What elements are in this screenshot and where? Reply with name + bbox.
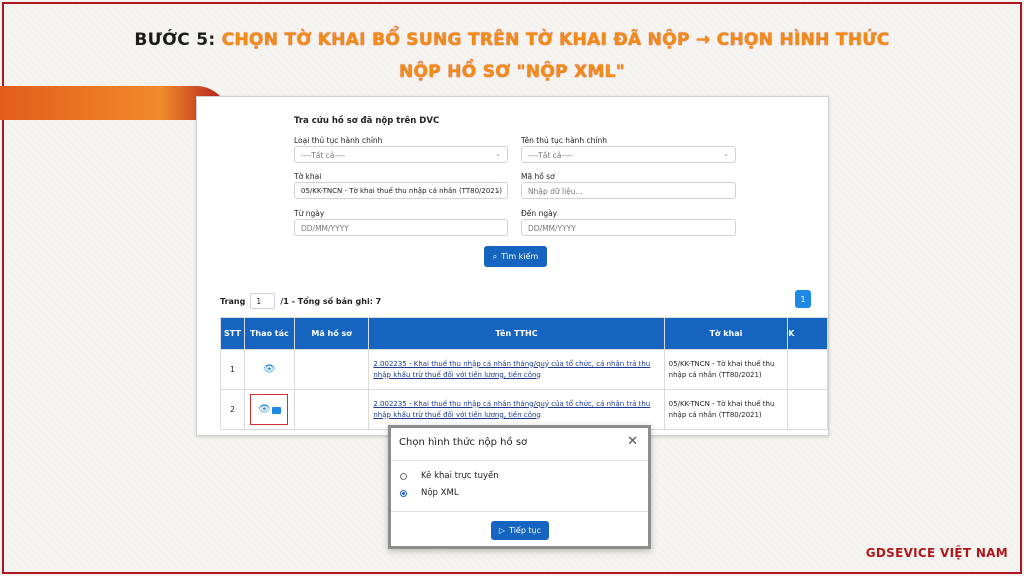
col-mahoso: Mã hồ sơ <box>293 317 370 350</box>
option-ke-khai-label: Kê khai trực tuyến <box>421 471 499 481</box>
brand-label: GDSEVICE VIỆT NAM <box>865 546 1008 560</box>
search-title: Tra cứu hồ sơ đã nộp trên DVC <box>294 116 440 126</box>
screenshot-panel: Tra cứu hồ sơ đã nộp trên DVC Loại thủ t… <box>196 96 829 436</box>
row-mahoso <box>293 349 370 390</box>
loai-select[interactable]: ----Tất cả---- ⌄ <box>294 146 508 163</box>
table-row: 1 👁 2.002235 - Khai thuế thu nhập cá nhâ… <box>220 349 828 390</box>
divider <box>391 460 648 461</box>
mahoso-label: Mã hồ sơ <box>521 172 555 181</box>
chevron-down-icon: ⌄ <box>495 150 501 158</box>
denngay-label: Đến ngày <box>521 209 558 218</box>
tthc-link[interactable]: 2.002235 - Khai thuế thu nhập cá nhân th… <box>373 400 650 419</box>
record-summary: /1 - Tổng số bản ghi: 7 <box>280 296 382 306</box>
banner-line-2: NỘP HỒ SƠ "NỘP XML" <box>399 62 625 82</box>
submit-method-modal: Chọn hình thức nộp hồ sơ ✕ Kê khai trực … <box>388 425 651 549</box>
chevron-down-icon: ⌄ <box>495 186 501 194</box>
col-stt: STT <box>220 317 245 350</box>
row-tokhai: 05/KK-TNCN - Tờ khai thuế thu nhập cá nh… <box>663 349 789 390</box>
step-instruction: CHỌN TỜ KHAI BỔ SUNG TRÊN TỜ KHAI ĐÃ NỘP… <box>221 30 890 50</box>
step-label: BƯỚC 5: <box>134 30 216 50</box>
mahoso-input[interactable]: Nhập dữ liệu... <box>521 182 736 199</box>
col-tokhai: Tờ khai <box>663 317 789 350</box>
col-tentthc: Tên TTHC <box>368 317 665 350</box>
ten-label: Tên thủ tục hành chính <box>521 136 608 145</box>
table-header-row: STT Thao tác Mã hồ sơ Tên TTHC Tờ khai K <box>220 317 828 350</box>
send-icon: ▷ <box>498 526 506 535</box>
divider <box>391 511 648 512</box>
continue-button[interactable]: ▷ Tiếp tục <box>491 521 549 540</box>
radio-ke-khai[interactable] <box>400 473 407 480</box>
col-thaotac: Thao tác <box>243 317 295 350</box>
chevron-down-icon: ⌄ <box>723 150 729 158</box>
tthc-link[interactable]: 2.002235 - Khai thuế thu nhập cá nhân th… <box>373 360 650 379</box>
page-input[interactable]: 1 <box>250 293 276 309</box>
table-row: 2 👁 2.002235 - Khai thuế thu nhập cá nhâ… <box>220 389 828 430</box>
view-eye-icon[interactable]: 👁 <box>263 364 276 375</box>
col-k: K <box>787 317 828 350</box>
highlight-box <box>250 394 288 425</box>
option-nop-xml-label: Nộp XML <box>421 488 459 498</box>
results-table: STT Thao tác Mã hồ sơ Tên TTHC Tờ khai K… <box>220 317 828 430</box>
row-stt: 2 <box>220 389 245 430</box>
pager: Trang 1 /1 - Tổng số bản ghi: 7 <box>220 293 381 309</box>
ten-select[interactable]: ----Tất cả---- ⌄ <box>521 146 736 163</box>
tungay-input[interactable]: DD/MM/YYYY <box>294 219 508 236</box>
tokhai-label: Tờ khai <box>294 172 322 181</box>
loai-label: Loại thủ tục hành chính <box>294 136 383 145</box>
search-icon: ⌕ <box>492 251 498 261</box>
page-button[interactable]: 1 <box>795 290 811 308</box>
close-icon[interactable]: ✕ <box>627 434 638 449</box>
row-stt: 1 <box>220 349 245 390</box>
radio-nop-xml[interactable] <box>400 490 407 497</box>
denngay-input[interactable]: DD/MM/YYYY <box>521 219 736 236</box>
tokhai-select[interactable]: 05/KK-TNCN - Tờ khai thuế thu nhập cá nh… <box>294 182 508 199</box>
search-button[interactable]: ⌕ Tìm kiếm <box>484 246 547 267</box>
tungay-label: Từ ngày <box>294 209 325 218</box>
banner-line-1: BƯỚC 5: CHỌN TỜ KHAI BỔ SUNG TRÊN TỜ KHA… <box>0 30 1024 50</box>
row-tokhai: 05/KK-TNCN - Tờ khai thuế thu nhập cá nh… <box>663 389 789 430</box>
row-mahoso <box>293 389 370 430</box>
modal-title: Chọn hình thức nộp hồ sơ <box>399 437 528 448</box>
